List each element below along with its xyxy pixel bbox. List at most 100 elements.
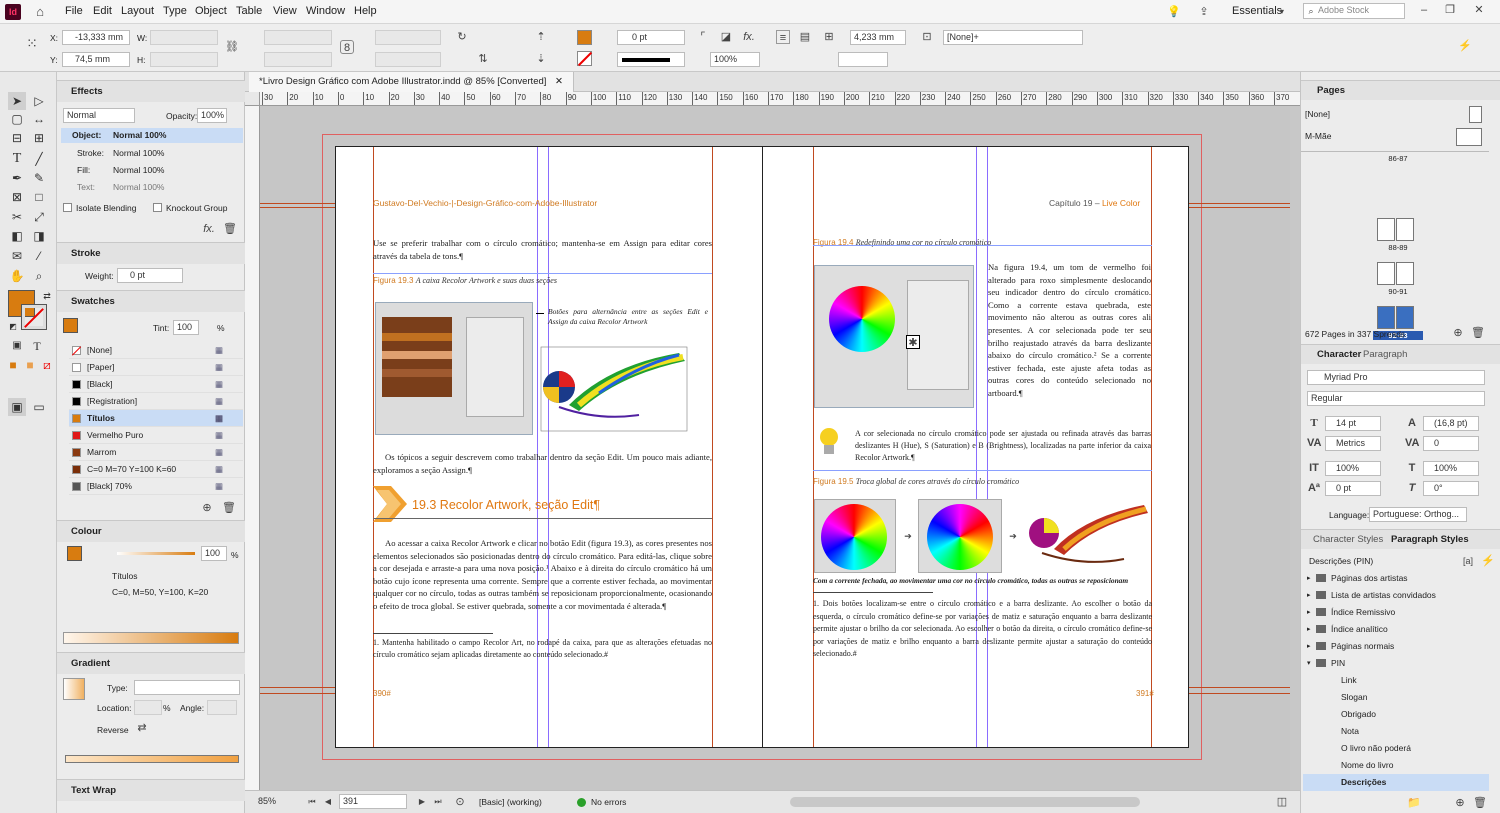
apply-none-icon[interactable]: ⧄ <box>38 356 56 374</box>
constrain-scale-icon[interactable]: 8 <box>340 40 354 54</box>
zoom-select[interactable]: 85% <box>255 795 300 810</box>
colour-panel-header[interactable]: Colour <box>57 520 245 542</box>
swatch-row[interactable]: [Registration] ▦ <box>69 393 243 410</box>
stroke-weight-field[interactable]: 0 pt <box>117 268 183 283</box>
new-style-icon[interactable]: ⊕ <box>1453 796 1467 810</box>
delete-style-icon[interactable]: 🗑 <box>1473 796 1487 810</box>
stroke-color-box[interactable] <box>21 304 47 330</box>
colour-ramp[interactable] <box>63 632 239 644</box>
screen-mode-preview-icon[interactable]: ▭ <box>30 398 48 416</box>
style-group[interactable]: ▸ Páginas dos artistas <box>1303 570 1489 587</box>
column-field[interactable] <box>838 52 888 67</box>
stroke-swatch[interactable] <box>577 51 593 67</box>
style-group[interactable]: ▸ Lista de artistas convidados <box>1303 587 1489 604</box>
prev-page-icon[interactable]: ◀ <box>321 795 335 809</box>
paragraph-style-item[interactable]: Nome do livro <box>1303 757 1489 774</box>
menu-table[interactable]: Table <box>236 5 262 17</box>
swatch-row[interactable]: Vermelho Puro ▦ <box>69 427 243 444</box>
ruler-origin[interactable] <box>245 92 260 106</box>
gradient-panel-header[interactable]: Gradient <box>57 652 245 674</box>
blend-mode-select[interactable]: Normal <box>63 108 135 123</box>
text-frame-options-icon[interactable]: ▤ <box>798 30 812 44</box>
shear-field[interactable] <box>375 52 441 67</box>
style-group[interactable]: ▸ Índice Remissivo <box>1303 604 1489 621</box>
paragraph-style-item[interactable]: Descrições <box>1303 774 1489 791</box>
scissors-tool-icon[interactable]: ✂ <box>8 208 26 226</box>
tint-field[interactable]: 100 <box>173 320 199 335</box>
vertical-ruler[interactable] <box>245 106 260 790</box>
page-tool-icon[interactable]: ▢ <box>8 110 26 128</box>
paragraph-style-item[interactable]: Nota <box>1303 723 1489 740</box>
lightbulb-icon[interactable]: 💡 <box>1167 5 1181 19</box>
swatch-row[interactable]: [None] ▦ <box>69 342 243 359</box>
reverse-gradient-icon[interactable]: ⇄ <box>135 721 149 735</box>
page-thumbnail[interactable] <box>1377 218 1395 241</box>
page-thumbnail[interactable] <box>1396 306 1414 329</box>
effects-fx-icon[interactable]: fx. <box>742 30 756 44</box>
select-container-icon[interactable]: ⇡ <box>534 30 548 44</box>
fill-swatch[interactable] <box>577 30 592 45</box>
line-tool-icon[interactable]: ╱ <box>30 150 48 168</box>
free-transform-tool-icon[interactable]: ⤢ <box>30 208 48 226</box>
chevron-down-icon[interactable]: ▾ <box>1275 5 1289 19</box>
formatting-container-icon[interactable]: ▣ <box>8 337 26 355</box>
w-field[interactable] <box>150 30 218 45</box>
swatch-fill-preview[interactable] <box>63 318 78 333</box>
horizontal-ruler[interactable]: 30 20 10 0 10 20 30 40 50 60 70 80 90 100 110 120 130 140… <box>260 92 1300 106</box>
lightning-icon[interactable]: ⚡ <box>1481 554 1495 568</box>
rectangle-frame-tool-icon[interactable]: ⊠ <box>8 188 26 206</box>
adobe-stock-search[interactable]: Adobe Stock <box>1303 3 1405 19</box>
tab-paragraph-styles[interactable]: Paragraph Styles <box>1391 530 1469 550</box>
close-icon[interactable]: ✕ <box>1472 3 1486 17</box>
quick-apply-icon[interactable]: ⚡ <box>1458 39 1472 53</box>
reference-point-icon[interactable]: ⁙ <box>22 36 42 56</box>
measure-field[interactable]: 4,233 mm <box>850 30 906 45</box>
style-group[interactable]: ▸ Índice analítico <box>1303 621 1489 638</box>
y-field[interactable]: 74,5 mm <box>62 52 130 67</box>
home-icon[interactable]: ⌂ <box>33 5 47 19</box>
master-mae[interactable]: M-Mãe <box>1305 131 1331 141</box>
content-collector-icon[interactable]: ⊟ <box>8 129 26 147</box>
delete-swatch-icon[interactable]: 🗑 <box>222 501 236 515</box>
menu-view[interactable]: View <box>273 5 297 17</box>
stroke-weight-field[interactable]: 0 pt <box>617 30 685 45</box>
apply-gradient-icon[interactable]: ■ <box>21 356 39 374</box>
figure-19-4-screenshot[interactable] <box>814 265 974 408</box>
eyedropper-tool-icon[interactable]: ⁄ <box>30 247 48 265</box>
swatch-row[interactable]: [Black] ▦ <box>69 376 243 393</box>
isolate-checkbox[interactable] <box>63 203 72 212</box>
new-page-icon[interactable]: ⊕ <box>1451 326 1465 340</box>
new-style-group-icon[interactable]: [a] <box>1461 554 1475 568</box>
chevron-right-icon[interactable]: ▸ <box>1307 587 1311 604</box>
drop-shadow-icon[interactable]: ◪ <box>719 30 733 44</box>
x-field[interactable]: -13,333 mm <box>62 30 130 45</box>
new-swatch-icon[interactable]: ⊕ <box>200 501 214 515</box>
folder-icon[interactable]: 📁 <box>1407 796 1421 810</box>
menu-edit[interactable]: Edit <box>93 5 112 17</box>
next-page-icon[interactable]: ▶ <box>415 795 429 809</box>
corner-options-icon[interactable]: ⌜ <box>696 30 710 44</box>
paragraph-style-item[interactable]: O livro não poderá <box>1303 740 1489 757</box>
stroke-panel-header[interactable]: Stroke <box>57 242 245 264</box>
chevron-right-icon[interactable]: ▸ <box>1307 638 1311 655</box>
colour-tint-field[interactable]: 100 <box>201 546 227 561</box>
type-tool-icon[interactable]: T <box>8 150 26 168</box>
split-window-icon[interactable]: ◫ <box>1275 795 1289 809</box>
pencil-tool-icon[interactable]: ✎ <box>30 169 48 187</box>
share-icon[interactable]: ⇪ <box>1197 5 1211 19</box>
chevron-right-icon[interactable]: ▸ <box>1307 604 1311 621</box>
close-tab-icon[interactable]: ✕ <box>555 76 563 87</box>
none-master[interactable]: [None] <box>1305 109 1330 119</box>
kerning-field[interactable]: Metrics <box>1325 436 1381 451</box>
tint-slider-track[interactable] <box>117 552 195 555</box>
tab-character[interactable]: Character <box>1317 345 1361 365</box>
knockout-checkbox[interactable] <box>153 203 162 212</box>
language-select[interactable]: Portuguese: Orthog... <box>1369 507 1467 522</box>
direct-selection-tool-icon[interactable]: ▷ <box>30 92 48 110</box>
style-group[interactable]: ▸ Páginas normais <box>1303 638 1489 655</box>
tab-character-styles[interactable]: Character Styles <box>1313 530 1383 550</box>
gradient-location-field[interactable] <box>134 700 162 715</box>
hand-tool-icon[interactable]: ✋ <box>8 267 26 285</box>
auto-fit-icon[interactable]: ⊞ <box>822 30 836 44</box>
horizontal-scale-field[interactable]: 100% <box>1423 461 1479 476</box>
